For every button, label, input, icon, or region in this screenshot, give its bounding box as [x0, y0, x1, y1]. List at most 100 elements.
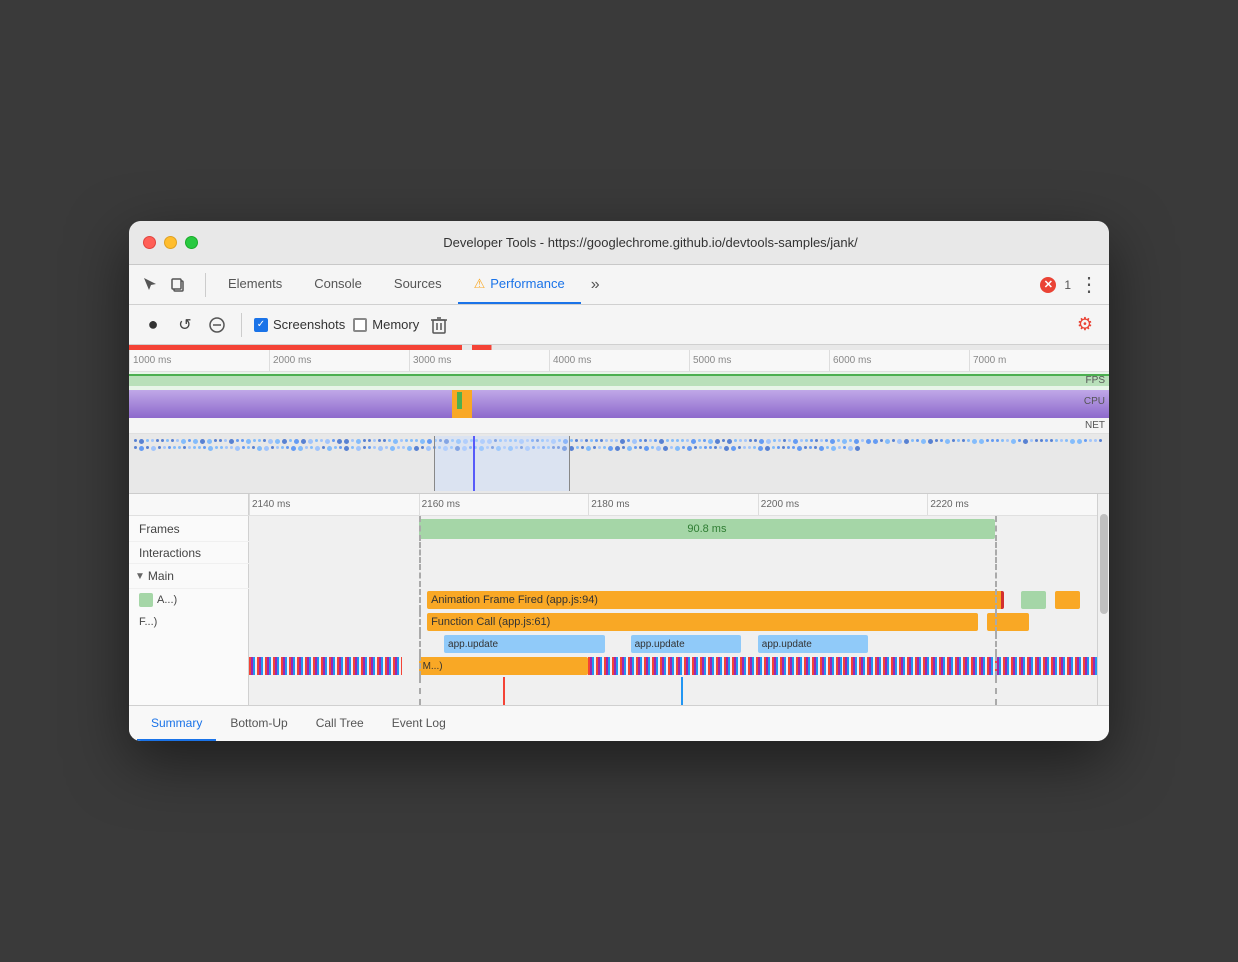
function-call-block[interactable]: Function Call (app.js:61)	[427, 613, 978, 631]
scrollbar-thumb[interactable]	[1100, 514, 1108, 614]
flame-label-vertical	[129, 677, 249, 705]
flame-row-appupdate: app.update app.update app.update	[129, 633, 1097, 655]
screenshots-toggle[interactable]: ✓ Screenshots	[254, 317, 345, 332]
tab-console[interactable]: Console	[298, 265, 378, 304]
app-update-3[interactable]: app.update	[758, 635, 868, 653]
tick-3000: 3000 ms	[409, 350, 549, 371]
overview-area: 1000 ms 2000 ms 3000 ms 4000 ms 5000 ms …	[129, 345, 1109, 494]
flame-label-empty	[129, 633, 249, 655]
screenshot-strip[interactable]	[129, 434, 1109, 494]
flame-row-animation: A...) Animation Frame Fired (app.js:94)	[129, 589, 1097, 611]
detail-tick-2180: 2180 ms	[588, 494, 758, 515]
tab-summary[interactable]: Summary	[137, 706, 216, 741]
dashed-line-4	[995, 542, 997, 563]
tabs: Elements Console Sources ⚠ Performance »	[212, 265, 1040, 304]
task-line-2	[681, 677, 683, 705]
time-ruler: 1000 ms 2000 ms 3000 ms 4000 ms 5000 ms …	[129, 350, 1109, 372]
frames-row: Frames 90.8 ms	[129, 516, 1097, 542]
memory-checkbox[interactable]	[353, 318, 367, 332]
interactions-row: Interactions	[129, 542, 1097, 564]
toolbar-right: ⚙	[1073, 313, 1097, 337]
more-menu-icon[interactable]: ⋮	[1079, 272, 1099, 297]
dots-area	[133, 438, 1105, 451]
tab-bottom-up[interactable]: Bottom-Up	[216, 706, 301, 741]
error-count: 1	[1064, 278, 1071, 292]
flame-dashed-6	[995, 633, 997, 655]
cursor-line-overview	[473, 436, 475, 491]
flame-dashed-8	[995, 655, 997, 677]
tiny-gold-block	[1055, 591, 1080, 609]
devtools-content: 1000 ms 2000 ms 3000 ms 4000 ms 5000 ms …	[129, 345, 1109, 741]
screenshots-area	[131, 436, 1107, 491]
dashed-line-2	[995, 516, 997, 541]
copy-icon[interactable]	[167, 274, 189, 296]
small-green-block	[1021, 591, 1046, 609]
flame-dashed-2	[995, 589, 997, 611]
settings-button[interactable]: ⚙	[1073, 313, 1097, 337]
vertical-scrollbar[interactable]	[1097, 494, 1109, 705]
main-text: Main	[148, 569, 174, 583]
tab-call-tree[interactable]: Call Tree	[302, 706, 378, 741]
dashed-line-1	[419, 516, 421, 541]
app-update-1[interactable]: app.update	[444, 635, 605, 653]
tab-bar-right: ✕ 1 ⋮	[1040, 272, 1099, 297]
title-bar: Developer Tools - https://googlechrome.g…	[129, 221, 1109, 265]
net-label: NET	[1085, 420, 1105, 431]
collapse-triangle[interactable]: ▼	[135, 571, 145, 582]
flame-row-function: F...) Function Call (app.js:61)	[129, 611, 1097, 633]
memory-toggle[interactable]: Memory	[353, 317, 419, 332]
devtools-window: Developer Tools - https://googlechrome.g…	[129, 221, 1109, 741]
tick-6000: 6000 ms	[829, 350, 969, 371]
green-block	[139, 593, 153, 607]
flame-content-a: Animation Frame Fired (app.js:94)	[249, 589, 1097, 611]
toolbar: ● ↺ ✓ Screenshots Memory	[129, 305, 1109, 345]
main-label: ▼ Main	[129, 564, 249, 588]
tick-2000: 2000 ms	[269, 350, 409, 371]
main-content: 2140 ms 2160 ms 2180 ms 2200 ms 2220 ms …	[129, 494, 1097, 705]
interactions-label: Interactions	[129, 542, 249, 563]
tab-event-log[interactable]: Event Log	[378, 706, 460, 741]
clear-button[interactable]	[205, 313, 229, 337]
tick-7000: 7000 m	[969, 350, 1109, 371]
record-button[interactable]: ●	[141, 313, 165, 337]
main-dashed-1	[419, 564, 421, 587]
window-title: Developer Tools - https://googlechrome.g…	[206, 235, 1095, 250]
frames-label: Frames	[129, 516, 249, 541]
task-line-1	[503, 677, 505, 705]
tab-more[interactable]: »	[581, 276, 610, 294]
screenshots-checkbox[interactable]: ✓	[254, 318, 268, 332]
function-continuation	[987, 613, 1029, 631]
tab-sources[interactable]: Sources	[378, 265, 458, 304]
flame-dashed-1	[419, 589, 421, 611]
close-button[interactable]	[143, 236, 156, 249]
cursor-icon[interactable]	[139, 274, 161, 296]
detail-tick-2200: 2200 ms	[758, 494, 928, 515]
trash-button[interactable]	[427, 313, 451, 337]
toolbar-divider	[241, 313, 242, 337]
animation-frame-block[interactable]: Animation Frame Fired (app.js:94)	[427, 591, 1004, 609]
detail-ruler: 2140 ms 2160 ms 2180 ms 2200 ms 2220 ms	[129, 494, 1097, 516]
dashed-line-3	[419, 542, 421, 563]
selection-highlight	[434, 436, 571, 491]
net-bar: NET	[129, 418, 1109, 434]
tab-bar: Elements Console Sources ⚠ Performance »…	[129, 265, 1109, 305]
minimize-button[interactable]	[164, 236, 177, 249]
main-dashed-2	[995, 564, 997, 587]
warning-icon: ⚠	[474, 276, 486, 292]
flame-content-vertical	[249, 677, 1097, 705]
flame-content-update: app.update app.update app.update	[249, 633, 1097, 655]
tab-elements[interactable]: Elements	[212, 265, 298, 304]
flame-row-mixed: M...)	[129, 655, 1097, 677]
cpu-label: CPU	[1084, 396, 1105, 407]
flame-dashed-10	[995, 677, 997, 705]
flame-dashed-5	[419, 633, 421, 655]
app-update-2[interactable]: app.update	[631, 635, 741, 653]
flame-content-f: Function Call (app.js:61)	[249, 611, 1097, 633]
flame-dashed-9	[419, 677, 421, 705]
flame-dashed-7	[419, 655, 421, 677]
detail-tick-2220: 2220 ms	[927, 494, 1097, 515]
tab-performance[interactable]: ⚠ Performance	[458, 265, 581, 304]
reload-button[interactable]: ↺	[173, 313, 197, 337]
main-scroll-area: 2140 ms 2160 ms 2180 ms 2200 ms 2220 ms …	[129, 494, 1109, 705]
maximize-button[interactable]	[185, 236, 198, 249]
